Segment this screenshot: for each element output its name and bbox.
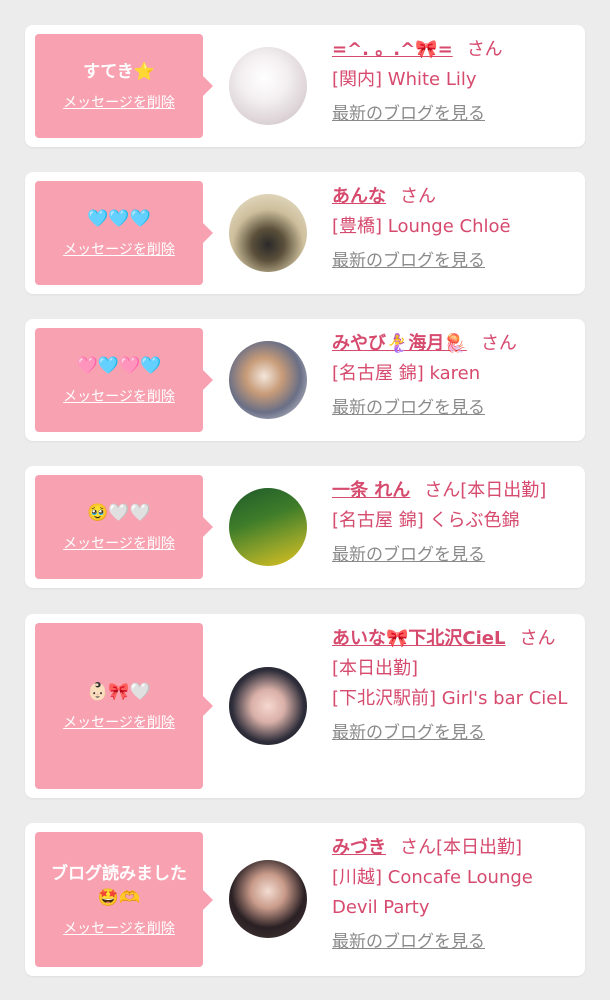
- message-card: 👶🏻🎀🤍 メッセージを削除 あいな🎀下北沢CieL さん [本日出勤] [下北沢駅前…: [25, 614, 585, 798]
- cast-name-link[interactable]: みづき: [332, 837, 386, 858]
- san-suffix: さん: [480, 333, 517, 354]
- cast-info: 一条 れん さん[本日出勤] [名古屋 錦] くらぶ色錦 最新のブログを見る: [332, 476, 573, 570]
- san-suffix: さん: [424, 480, 461, 501]
- san-suffix: さん: [400, 186, 436, 207]
- message-card: すてき⭐ メッセージを削除 =^. 。.^🎀= さん [関内] White Lil…: [25, 25, 585, 147]
- delete-message-link[interactable]: メッセージを削除: [63, 386, 175, 406]
- message-text: 🥹🤍🤍: [87, 503, 151, 523]
- message-bubble: 👶🏻🎀🤍 メッセージを削除: [35, 623, 213, 789]
- cast-info: あんな さん [豊橋] Lounge Chloē 最新のブログを見る: [332, 182, 573, 276]
- message-card: 🥹🤍🤍 メッセージを削除 一条 れん さん[本日出勤] [名古屋 錦] くらぶ色錦…: [25, 466, 585, 588]
- delete-message-link[interactable]: メッセージを削除: [63, 918, 175, 938]
- message-text: 🩵🩵🩵: [87, 209, 151, 229]
- delete-message-link[interactable]: メッセージを削除: [63, 712, 175, 732]
- message-bubble: すてき⭐ メッセージを削除: [35, 34, 213, 138]
- delete-message-link[interactable]: メッセージを削除: [63, 533, 175, 553]
- cast-info: あいな🎀下北沢CieL さん [本日出勤] [下北沢駅前] Girl's bar C…: [332, 624, 573, 748]
- delete-message-link[interactable]: メッセージを削除: [63, 92, 175, 112]
- message-card: 🩷🩵🩷🩵 メッセージを削除 みやび🧜‍♀️海月🪼 さん [名古屋 錦] karen…: [25, 319, 585, 441]
- status-badge: [本日出勤]: [436, 837, 523, 858]
- delete-message-link[interactable]: メッセージを削除: [63, 239, 175, 259]
- message-list: すてき⭐ メッセージを削除 =^. 。.^🎀= さん [関内] White Lil…: [0, 0, 610, 1000]
- message-card: 🩵🩵🩵 メッセージを削除 あんな さん [豊橋] Lounge Chloē 最新の…: [25, 172, 585, 294]
- shop-name: [下北沢駅前] Girl's bar CieL: [332, 688, 568, 709]
- avatar[interactable]: [229, 860, 307, 938]
- avatar[interactable]: [229, 667, 307, 745]
- message-text: すてき⭐: [83, 62, 155, 82]
- san-suffix: さん: [400, 837, 436, 858]
- shop-name: [川越] Concafe Lounge Devil Party: [332, 867, 533, 918]
- cast-name-link[interactable]: みやび🧜‍♀️海月🪼: [332, 333, 467, 354]
- cast-info: みづき さん[本日出勤] [川越] Concafe Lounge Devil Pa…: [332, 833, 573, 957]
- shop-name: [関内] White Lily: [332, 69, 477, 90]
- cast-name-link[interactable]: あんな: [332, 186, 386, 207]
- status-badge: [本日出勤]: [460, 480, 547, 501]
- message-bubble: 🥹🤍🤍 メッセージを削除: [35, 475, 213, 579]
- avatar[interactable]: [229, 194, 307, 272]
- latest-blog-link[interactable]: 最新のブログを見る: [332, 393, 573, 423]
- avatar[interactable]: [229, 488, 307, 566]
- status-badge: [本日出勤]: [332, 658, 419, 679]
- cast-name-link[interactable]: あいな🎀下北沢CieL: [332, 628, 505, 649]
- avatar[interactable]: [229, 341, 307, 419]
- message-card: ブログ読みました🤩🫶 メッセージを削除 みづき さん[本日出勤] [川越] Con…: [25, 823, 585, 976]
- message-bubble: 🩷🩵🩷🩵 メッセージを削除: [35, 328, 213, 432]
- cast-name-link[interactable]: 一条 れん: [332, 480, 410, 501]
- latest-blog-link[interactable]: 最新のブログを見る: [332, 99, 573, 129]
- message-text: 👶🏻🎀🤍: [87, 682, 151, 702]
- san-suffix: さん: [519, 628, 556, 649]
- cast-info: みやび🧜‍♀️海月🪼 さん [名古屋 錦] karen 最新のブログを見る: [332, 329, 573, 423]
- latest-blog-link[interactable]: 最新のブログを見る: [332, 927, 573, 957]
- cast-info: =^. 。.^🎀= さん [関内] White Lily 最新のブログを見る: [332, 35, 573, 129]
- message-bubble: 🩵🩵🩵 メッセージを削除: [35, 181, 213, 285]
- latest-blog-link[interactable]: 最新のブログを見る: [332, 540, 573, 570]
- shop-name: [名古屋 錦] karen: [332, 363, 481, 384]
- avatar[interactable]: [229, 47, 307, 125]
- message-text: 🩷🩵🩷🩵: [76, 356, 162, 376]
- cast-name-link[interactable]: =^. 。.^🎀=: [332, 39, 453, 60]
- san-suffix: さん: [466, 39, 503, 60]
- latest-blog-link[interactable]: 最新のブログを見る: [332, 246, 573, 276]
- message-text: ブログ読みました🤩🫶: [51, 863, 187, 908]
- latest-blog-link[interactable]: 最新のブログを見る: [332, 718, 573, 748]
- shop-name: [豊橋] Lounge Chloē: [332, 216, 511, 237]
- message-bubble: ブログ読みました🤩🫶 メッセージを削除: [35, 832, 213, 967]
- shop-name: [名古屋 錦] くらぶ色錦: [332, 510, 520, 531]
